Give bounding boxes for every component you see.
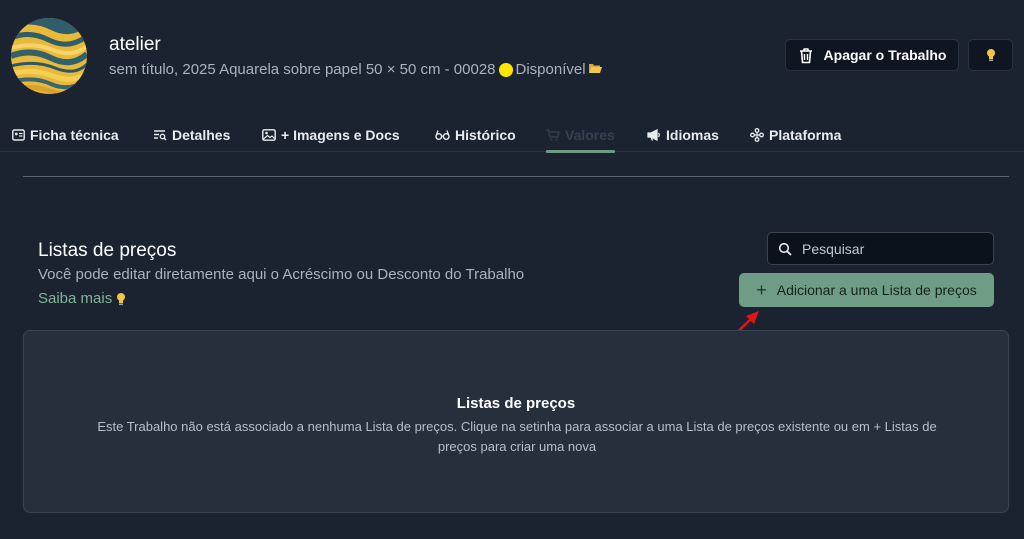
glasses-icon	[435, 130, 450, 140]
tab-label: Idiomas	[666, 127, 719, 143]
status-label: Disponível	[515, 61, 586, 78]
empty-state-text: Este Trabalho não está associado a nenhu…	[97, 419, 937, 454]
id-card-icon	[12, 129, 25, 141]
section-title: Listas de preços	[38, 240, 177, 261]
delete-work-label: Apagar o Trabalho	[823, 47, 947, 63]
search-icon	[778, 242, 792, 256]
artwork-thumbnail[interactable]	[11, 18, 87, 94]
plus-icon: +	[756, 280, 767, 300]
tab-plataforma[interactable]: Plataforma	[750, 118, 841, 152]
tab-label: Ficha técnica	[30, 127, 119, 143]
megaphone-icon	[647, 129, 660, 141]
section-divider	[23, 176, 1009, 177]
tab-label: Histórico	[455, 127, 516, 143]
details-list-icon	[154, 130, 167, 141]
work-subtitle: sem título, 2025 Aquarela sobre papel 50…	[109, 61, 603, 78]
delete-work-button[interactable]: Apagar o Trabalho	[785, 39, 959, 71]
tab-historico[interactable]: Histórico	[435, 118, 516, 152]
tab-label: Detalhes	[172, 127, 231, 143]
work-details: sem título, 2025 Aquarela sobre papel 50…	[109, 61, 496, 78]
empty-state-panel: Listas de preços Este Trabalho não está …	[23, 330, 1009, 513]
search-field[interactable]	[767, 232, 994, 265]
tab-valores[interactable]: Valores	[546, 118, 615, 153]
lightbulb-icon	[117, 292, 126, 305]
tab-label: Plataforma	[769, 127, 842, 143]
learn-more-link[interactable]: Saiba mais	[38, 290, 126, 307]
tab-idiomas[interactable]: Idiomas	[647, 118, 719, 152]
empty-state-title: Listas de preços	[456, 395, 576, 412]
learn-more-label: Saiba mais	[38, 290, 113, 307]
add-to-price-list-button[interactable]: + Adicionar a uma Lista de preços	[739, 273, 994, 307]
status-dot-icon	[498, 62, 513, 77]
work-title: atelier	[109, 34, 161, 55]
tab-imagens-docs[interactable]: + Imagens e Docs	[262, 118, 400, 152]
add-to-price-list-label: Adicionar a uma Lista de preços	[776, 282, 977, 298]
section-description: Você pode editar diretamente aqui o Acré…	[38, 266, 525, 283]
tips-button[interactable]	[968, 39, 1013, 71]
tab-label: Valores	[565, 127, 615, 143]
image-icon	[262, 129, 276, 141]
lightbulb-icon	[986, 49, 995, 62]
tab-label: + Imagens e Docs	[281, 127, 400, 143]
work-header: atelier sem título, 2025 Aquarela sobre …	[0, 0, 1024, 112]
cart-icon	[546, 129, 560, 141]
tab-ficha-tecnica[interactable]: Ficha técnica	[12, 118, 119, 152]
search-input[interactable]	[802, 240, 982, 257]
tab-detalhes[interactable]: Detalhes	[153, 118, 230, 152]
platform-icon	[750, 128, 764, 142]
tab-bar: Ficha técnica Detalhes + Imagens e Docs …	[0, 118, 1024, 153]
folder-icon[interactable]	[588, 61, 603, 78]
trash-icon	[799, 47, 812, 63]
